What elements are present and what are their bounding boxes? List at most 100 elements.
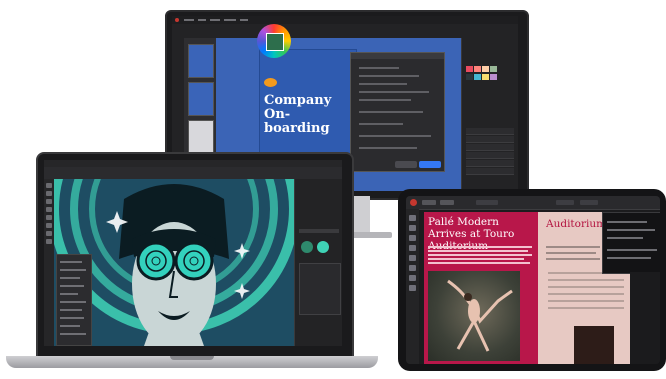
brush-item[interactable]: [60, 269, 86, 271]
move-tool-icon[interactable]: [46, 183, 52, 188]
dialog-option[interactable]: [359, 111, 423, 113]
selection-tool-icon[interactable]: [46, 215, 52, 220]
frame-tool-icon[interactable]: [409, 235, 416, 241]
brush-item[interactable]: [60, 317, 84, 319]
tablet-screen: Pallé Modern Arrives at Touro Auditorium…: [406, 196, 660, 364]
brushes-panel: [56, 254, 92, 346]
toolbar-button[interactable]: [440, 200, 454, 205]
app-logo-icon[interactable]: [175, 18, 179, 22]
menu-item[interactable]: [184, 19, 194, 21]
picture-tool-icon[interactable]: [409, 275, 416, 281]
body-text-line: [428, 258, 524, 260]
brush-tool-icon[interactable]: [46, 191, 52, 196]
dialog-option[interactable]: [359, 91, 429, 93]
body-text-line: [546, 258, 600, 260]
color-swatch[interactable]: [490, 66, 497, 72]
tools-panel: [406, 209, 419, 364]
toolbar-button[interactable]: [476, 200, 498, 205]
page-thumbnail[interactable]: [188, 82, 214, 116]
layer-row[interactable]: [466, 152, 514, 159]
body-text-line: [428, 254, 532, 256]
crop-tool-icon[interactable]: [46, 223, 52, 228]
body-text-line: [428, 246, 532, 248]
brush-item[interactable]: [60, 301, 86, 303]
table-row: [548, 293, 624, 295]
menu-item[interactable]: [198, 19, 206, 21]
text-tool-icon[interactable]: [46, 231, 52, 236]
dialog-option[interactable]: [359, 135, 431, 137]
dialog-option[interactable]: [359, 67, 399, 69]
context-toolbar: [406, 196, 660, 210]
color-chip[interactable]: [317, 241, 329, 253]
move-tool-icon[interactable]: [409, 215, 416, 221]
toolbar-button[interactable]: [422, 200, 436, 205]
popover-option[interactable]: [607, 237, 643, 239]
popover-option[interactable]: [607, 229, 655, 231]
color-swatch[interactable]: [482, 66, 489, 72]
toolbar-button[interactable]: [580, 200, 598, 205]
brush-item[interactable]: [60, 333, 86, 335]
color-swatch[interactable]: [474, 66, 481, 72]
color-swatch[interactable]: [482, 74, 489, 80]
zoom-tool-icon[interactable]: [46, 239, 52, 244]
layer-row[interactable]: [466, 168, 514, 175]
company-logo-icon: [264, 78, 277, 87]
brush-item[interactable]: [60, 325, 80, 327]
color-swatch[interactable]: [474, 74, 481, 80]
color-picker-square[interactable]: [266, 33, 284, 51]
table-tool-icon[interactable]: [409, 265, 416, 271]
menu-item[interactable]: [210, 19, 220, 21]
toolbar-button[interactable]: [556, 200, 574, 205]
color-swatch[interactable]: [466, 66, 473, 72]
context-toolbar: [172, 24, 518, 39]
layer-row[interactable]: [466, 136, 514, 143]
table-row: [548, 307, 624, 309]
dialog-option[interactable]: [359, 83, 407, 85]
shape-tool-icon[interactable]: [409, 255, 416, 261]
text-tool-icon[interactable]: [409, 225, 416, 231]
dancer-photo[interactable]: [428, 271, 520, 361]
eraser-tool-icon[interactable]: [46, 199, 52, 204]
brush-item[interactable]: [60, 277, 80, 279]
table-row: [548, 300, 624, 302]
body-text-line: [428, 250, 528, 252]
body-text-line: [546, 252, 596, 254]
menu-item[interactable]: [224, 19, 236, 21]
export-button[interactable]: [419, 161, 441, 168]
menu-item[interactable]: [240, 19, 248, 21]
layer-row[interactable]: [466, 144, 514, 151]
brush-item[interactable]: [60, 309, 82, 311]
laptop-screen: [44, 160, 342, 346]
laptop-notch: [170, 356, 214, 360]
popover-option[interactable]: [607, 257, 651, 259]
brush-item[interactable]: [60, 285, 84, 287]
fill-tool-icon[interactable]: [46, 207, 52, 212]
dialog-option[interactable]: [359, 99, 411, 101]
layer-row[interactable]: [466, 128, 514, 135]
dancer-figure: [447, 279, 513, 352]
layer-row[interactable]: [466, 160, 514, 167]
brush-item[interactable]: [60, 261, 82, 263]
page-thumbnail[interactable]: [188, 44, 214, 78]
color-chip[interactable]: [301, 241, 313, 253]
popover-option[interactable]: [607, 249, 657, 251]
dialog-option[interactable]: [359, 123, 403, 125]
dialog-option[interactable]: [359, 75, 419, 77]
color-swatch[interactable]: [490, 74, 497, 80]
popover-option[interactable]: [607, 221, 647, 223]
brush-item[interactable]: [60, 293, 78, 295]
studio-panel: [630, 272, 660, 364]
performer-photo[interactable]: [574, 326, 614, 364]
body-text-line: [546, 246, 600, 248]
seating-table[interactable]: [548, 270, 624, 314]
panel-tab-bar[interactable]: [299, 229, 339, 233]
dialog-option[interactable]: [359, 147, 417, 149]
page-thumbnail[interactable]: [188, 120, 214, 154]
color-swatch[interactable]: [466, 74, 473, 80]
pen-tool-icon[interactable]: [409, 245, 416, 251]
cancel-button[interactable]: [395, 161, 417, 168]
layers-list[interactable]: [299, 263, 341, 315]
app-logo-icon[interactable]: [410, 199, 417, 206]
zoom-tool-icon[interactable]: [409, 285, 416, 291]
popover-panel: [602, 212, 660, 274]
